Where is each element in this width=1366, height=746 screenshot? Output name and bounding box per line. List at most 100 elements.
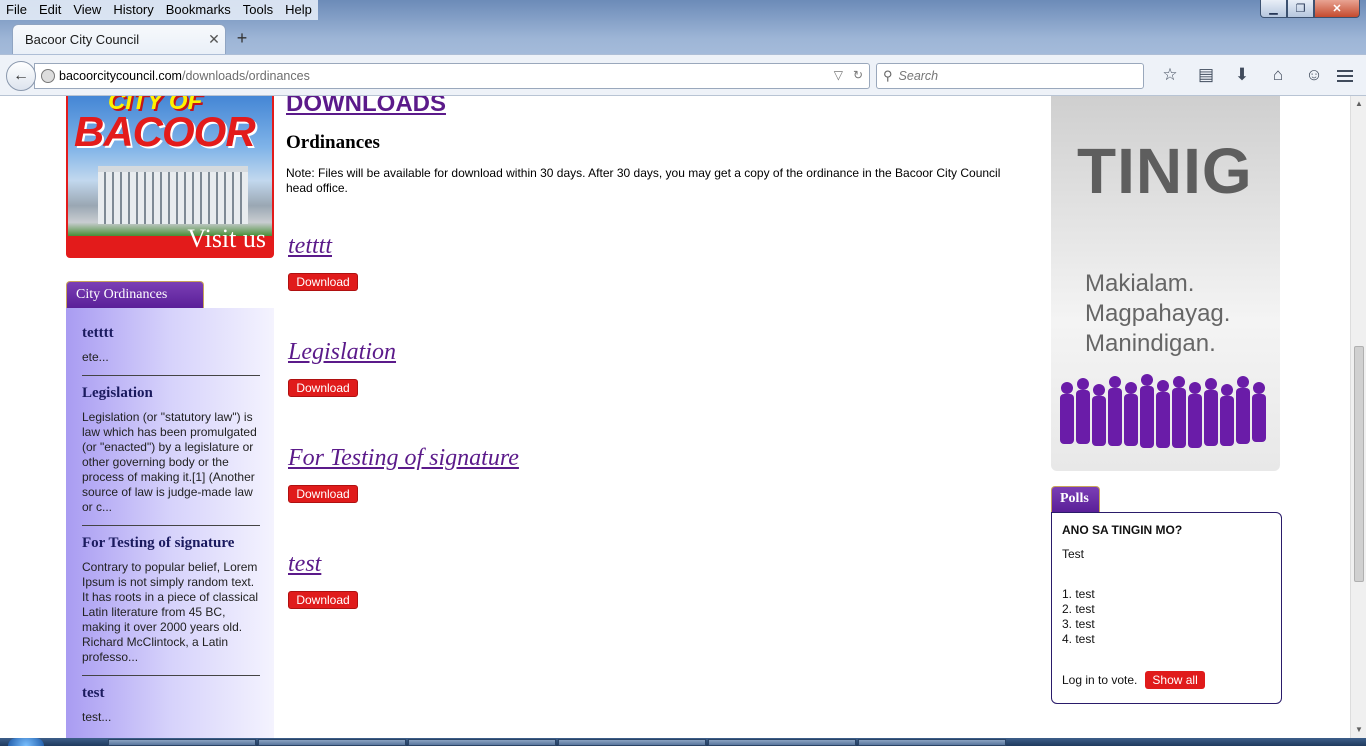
download-item: test Download [286,551,1026,609]
list-item: Legislation Legislation (or "statutory l… [82,376,260,526]
ordinance-excerpt: Legislation (or "statutory law") is law … [82,410,257,514]
menu-hamburger-icon[interactable] [1330,63,1360,89]
ordinance-excerpt: test... [82,710,112,724]
bookmark-star-icon[interactable]: ☆ [1152,65,1188,85]
download-item-title[interactable]: test [288,551,321,578]
poll-option: 1. test [1062,587,1095,601]
menu-bookmarks[interactable]: Bookmarks [159,0,237,20]
page-scrollbar[interactable]: ▲ ▼ [1350,96,1366,738]
polls-title: Polls [1051,486,1100,512]
tab-title: Bacoor City Council [25,32,140,47]
new-tab-button[interactable]: + [232,28,252,49]
poll-option: 3. test [1062,617,1095,631]
os-taskbar [0,738,1366,746]
city-hall-image [98,166,248,224]
ordinance-title[interactable]: tetttt [82,325,260,342]
menu-history[interactable]: History [107,0,160,20]
tinig-banner[interactable]: TINIG Makialam. Magpahayag. Manindigan. [1051,96,1280,471]
city-ordinances-panel: City Ordinances tetttt ete... Legislatio… [66,281,274,738]
menu-view[interactable]: View [67,0,108,20]
visit-bacoor-banner[interactable]: CITY OF BACOOR Visit us [66,96,274,258]
list-item: test test... [82,676,260,735]
show-all-button[interactable]: Show all [1145,671,1205,689]
browser-tab[interactable]: Bacoor City Council ✕ [12,24,226,54]
download-item: Legislation Download [286,339,1026,397]
page-title[interactable]: DOWNLOADS [286,96,1026,118]
main-content: DOWNLOADS Ordinances Note: Files will be… [286,96,1026,609]
list-item: For Testing of signature Contrary to pop… [82,526,260,676]
poll-option: 2. test [1062,602,1095,616]
menu-help[interactable]: Help [279,0,318,20]
taskbar-button[interactable] [258,739,406,746]
minimize-button[interactable]: ▁ [1260,0,1287,18]
taskbar-button[interactable] [558,739,706,746]
menu-edit[interactable]: Edit [32,0,68,20]
section-title: Ordinances [286,132,380,153]
download-button[interactable]: Download [288,485,358,503]
reload-icon[interactable]: ↻ [853,68,863,82]
search-bar[interactable]: ⚲ Search [876,63,1144,89]
taskbar-button[interactable] [408,739,556,746]
ordinance-title[interactable]: Legislation [82,385,260,402]
download-item: tetttt Download [286,233,1026,291]
poll-options: 1. test 2. test 3. test 4. test [1062,587,1271,647]
download-icon[interactable]: ⬇ [1224,65,1260,85]
download-button[interactable]: Download [288,273,358,291]
browser-chrome: File Edit View History Bookmarks Tools H… [0,0,1366,96]
poll-subtitle: Test [1062,547,1085,561]
home-icon[interactable]: ⌂ [1260,65,1296,85]
reading-list-icon[interactable]: ▤ [1188,65,1224,85]
menu-bar: File Edit View History Bookmarks Tools H… [0,0,318,20]
taskbar-button[interactable] [858,739,1006,746]
download-button[interactable]: Download [288,591,358,609]
window-controls: ▁ ❐ ✕ [1260,0,1360,18]
taskbar-button[interactable] [108,739,256,746]
list-item: tetttt ete... [82,316,260,376]
download-item-title[interactable]: Legislation [288,339,396,366]
panel-title: City Ordinances [66,281,205,308]
download-button[interactable]: Download [288,379,358,397]
toolbar-icons: ☆ ▤ ⬇ ⌂ ☺ [1152,65,1332,85]
ordinances-list: tetttt ete... Legislation Legislation (o… [66,308,274,738]
login-to-vote-text[interactable]: Log in to vote. [1062,673,1137,687]
search-placeholder: Search [898,69,939,83]
download-item-title[interactable]: tetttt [288,233,332,260]
search-icon: ⚲ [883,68,893,83]
url-host: bacoorcitycouncil.com [59,69,182,83]
page-viewport: CITY OF BACOOR Visit us City Ordinances … [0,96,1350,738]
tinig-line: Magpahayag. [1085,300,1231,327]
globe-icon [41,69,55,83]
poll-question: ANO SA TINGIN MO? [1062,523,1183,537]
scroll-down-icon[interactable]: ▼ [1351,722,1366,738]
tab-bar: Bacoor City Council ✕ + [0,22,1366,54]
poll-footer: Log in to vote. Show all [1062,671,1271,689]
menu-tools[interactable]: Tools [236,0,280,20]
ordinance-excerpt: Contrary to popular belief, Lorem Ipsum … [82,560,259,664]
scroll-up-icon[interactable]: ▲ [1351,96,1366,112]
taskbar-button[interactable] [708,739,856,746]
close-tab-icon[interactable]: ✕ [203,31,225,48]
polls-panel: Polls ANO SA TINGIN MO? Test 1. test 2. … [1051,486,1282,704]
dropdown-arrow-icon[interactable]: ▽ [834,68,843,82]
poll-option: 4. test [1062,632,1095,646]
download-item-title[interactable]: For Testing of signature [288,445,519,472]
url-bar[interactable]: bacoorcitycouncil.com/downloads/ordinanc… [34,63,870,89]
start-orb-icon[interactable] [8,738,44,746]
tinig-line: Makialam. [1085,270,1195,297]
poll-box: ANO SA TINGIN MO? Test 1. test 2. test 3… [1051,512,1282,704]
banner-visit-text: Visit us [187,224,266,253]
download-note: Note: Files will be available for downlo… [286,166,1001,195]
maximize-button[interactable]: ❐ [1287,0,1314,18]
url-bar-actions: ▽ ↻ [834,68,863,82]
url-path: /downloads/ordinances [181,69,310,83]
menu-file[interactable]: File [0,0,33,20]
ordinance-title[interactable]: For Testing of signature [82,535,260,552]
back-button[interactable]: ← [6,61,36,91]
close-window-button[interactable]: ✕ [1314,0,1360,18]
chat-icon[interactable]: ☺ [1296,65,1332,85]
ordinance-title[interactable]: test [82,685,260,702]
download-item: For Testing of signature Download [286,445,1026,503]
crowd-silhouette-image [1060,374,1266,448]
scroll-thumb[interactable] [1354,346,1364,582]
banner-bacoor-text: BACOOR [74,108,256,155]
